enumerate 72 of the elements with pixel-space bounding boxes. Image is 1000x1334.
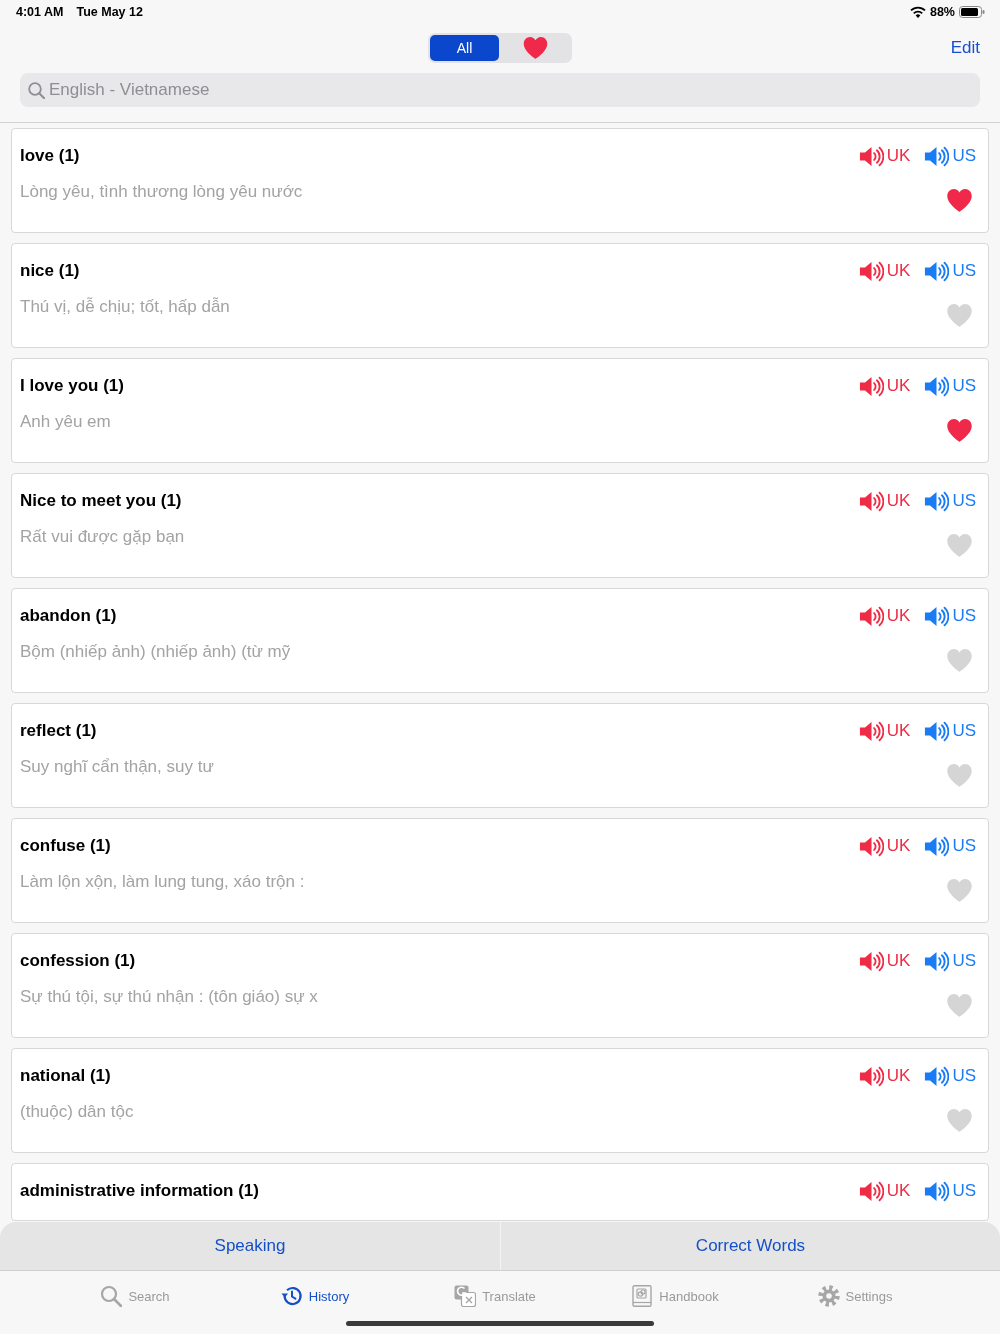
word-card[interactable]: reflect (1) UK US Suy nghĩ cẩn thận, suy tư <box>11 703 989 808</box>
pronounce-button[interactable]: US <box>924 835 976 857</box>
pronounce-button[interactable]: UK <box>858 605 911 627</box>
segment-tab[interactable]: All <box>430 35 499 61</box>
pronounce-button[interactable]: US <box>924 490 976 512</box>
pronounce-button[interactable]: UK <box>858 490 911 512</box>
pronounce-button[interactable]: US <box>924 375 976 397</box>
word-meaning: Làm lộn xộn, làm lung tung, xáo trộn : <box>20 871 305 893</box>
action-button[interactable]: Speaking <box>0 1222 500 1270</box>
word-card[interactable]: confuse (1) UK US Làm lộn xộn, làm lung tung, xáo trộn : <box>11 818 989 923</box>
word-meaning: Sự thú tội, sự thú nhận : (tôn giáo) sự x <box>20 986 318 1008</box>
pronounce-button[interactable]: US <box>924 605 976 627</box>
pronounce-button[interactable]: US <box>924 260 976 282</box>
pronounce-button[interactable]: US <box>924 1065 976 1087</box>
pronounce-button[interactable]: US <box>924 720 976 742</box>
search-icon <box>28 81 45 99</box>
word-card[interactable]: administrative information (1) UK US <box>11 1163 989 1221</box>
word-title: abandon (1) <box>20 605 117 627</box>
book-icon <box>631 1285 654 1307</box>
translate-icon <box>454 1285 477 1307</box>
word-title: national (1) <box>20 1065 111 1087</box>
tab-bar-item[interactable]: Settings <box>817 1284 893 1308</box>
pronounce-button[interactable]: UK <box>858 1065 911 1087</box>
word-meaning: Rất vui được gặp bạn <box>20 526 185 548</box>
tab-bar-item[interactable]: Translate <box>454 1284 536 1308</box>
wifi-icon <box>909 6 926 18</box>
pronounce-button[interactable]: UK <box>858 375 911 397</box>
word-meaning: Suy nghĩ cẩn thận, suy tư <box>20 756 214 778</box>
word-meaning: Lòng yêu, tình thương lòng yêu nước <box>20 181 303 203</box>
word-meaning: Anh yêu em <box>20 411 111 433</box>
word-title: I love you (1) <box>20 375 124 397</box>
settings-icon <box>817 1285 840 1307</box>
word-card[interactable]: love (1) UK US Lòng yêu, tình thương lòng yêu nước <box>11 128 989 233</box>
tab-bar-item[interactable]: History <box>280 1284 350 1308</box>
word-card[interactable]: abandon (1) UK US Bộm (nhiếp ảnh) (nhiếp ảnh) (từ mỹ <box>11 588 989 693</box>
pronounce-button[interactable]: UK <box>858 145 911 167</box>
tab-bar-item[interactable]: Search <box>100 1284 170 1308</box>
word-card[interactable]: nice (1) UK US Thú vị, dễ chịu; tốt, hấp dẫn <box>11 243 989 348</box>
battery-percent: 88% <box>929 5 955 19</box>
tab-bar-item[interactable]: Handbook <box>631 1284 719 1308</box>
search-icon <box>100 1285 123 1307</box>
search-field[interactable]: English - Vietnamese <box>20 73 980 107</box>
pronounce-button[interactable]: US <box>924 950 976 972</box>
heart-icon <box>522 36 549 60</box>
status-time: 4:01 AM <box>16 5 64 19</box>
battery-icon <box>959 6 985 18</box>
history-icon <box>280 1285 303 1307</box>
edit-button[interactable]: Edit <box>950 38 980 58</box>
word-title: reflect (1) <box>20 720 97 742</box>
pronounce-button[interactable]: UK <box>858 1180 911 1202</box>
word-card[interactable]: national (1) UK US (thuộc) dân tộc <box>11 1048 989 1153</box>
pronounce-button[interactable]: UK <box>858 835 911 857</box>
status-date: Tue May 12 <box>76 5 143 19</box>
word-title: nice (1) <box>20 260 80 282</box>
word-card[interactable]: confession (1) UK US Sự thú tội, sự thú nhận : (tôn giáo) sự x <box>11 933 989 1038</box>
word-title: love (1) <box>20 145 80 167</box>
pronounce-button[interactable]: UK <box>858 720 911 742</box>
word-card[interactable]: I love you (1) UK US Anh yêu em <box>11 358 989 463</box>
word-meaning: Bộm (nhiếp ảnh) (nhiếp ảnh) (từ mỹ <box>20 641 291 663</box>
word-meaning: Thú vị, dễ chịu; tốt, hấp dẫn <box>20 296 230 318</box>
pronounce-button[interactable]: US <box>924 145 976 167</box>
heart-icon[interactable] <box>946 418 973 443</box>
heart-icon[interactable] <box>946 188 973 213</box>
pronounce-button[interactable]: UK <box>858 950 911 972</box>
word-title: Nice to meet you (1) <box>20 490 182 512</box>
pronounce-button[interactable]: US <box>924 1180 976 1202</box>
word-title: confuse (1) <box>20 835 111 857</box>
word-title: administrative information (1) <box>20 1180 259 1202</box>
word-card[interactable]: Nice to meet you (1) UK US Rất vui được gặp bạn <box>11 473 989 578</box>
word-meaning: (thuộc) dân tộc <box>20 1101 134 1123</box>
word-title: confession (1) <box>20 950 136 972</box>
pronounce-button[interactable]: UK <box>858 260 911 282</box>
